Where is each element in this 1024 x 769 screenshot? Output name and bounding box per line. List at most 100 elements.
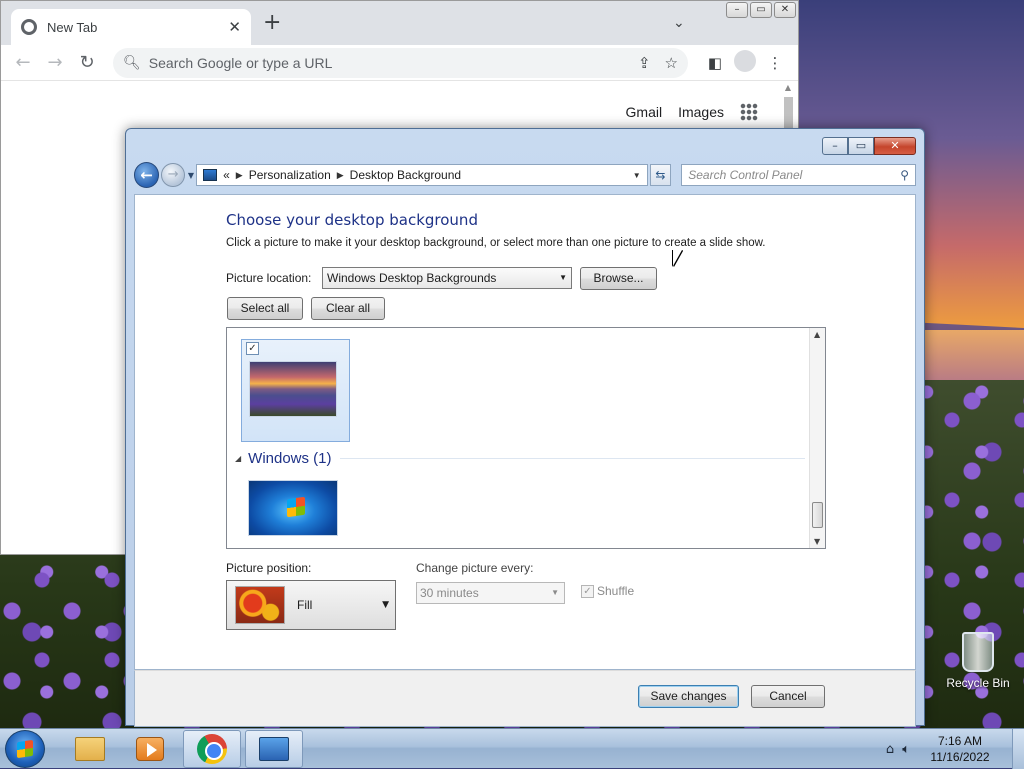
sunset-meadow-thumbnail xyxy=(249,361,337,417)
search-control-panel-input[interactable]: Search Control Panel ⚲ xyxy=(681,164,916,186)
page-description: Click a picture to make it your desktop … xyxy=(226,237,766,249)
chevron-down-icon: ▼ xyxy=(551,588,559,597)
close-button[interactable]: ✕ xyxy=(874,137,916,155)
taskbar-item-chrome[interactable] xyxy=(183,730,241,768)
close-button[interactable]: ✕ xyxy=(774,2,796,18)
tab-close-icon[interactable]: ✕ xyxy=(228,18,241,36)
clock-time: 7:16 AM xyxy=(937,734,983,748)
maximize-button[interactable]: ▭ xyxy=(750,2,772,18)
back-button[interactable]: ← xyxy=(134,162,160,188)
chrome-icon xyxy=(197,734,227,764)
shuffle-label: Shuffle xyxy=(597,584,635,598)
address-bar[interactable]: « ▶ Personalization ▶ Desktop Background… xyxy=(196,164,648,186)
maximize-button[interactable]: ▭ xyxy=(848,137,874,155)
search-placeholder: Search Control Panel xyxy=(688,168,803,182)
scroll-up-arrow-icon[interactable]: ▲ xyxy=(782,83,794,92)
chevron-down-icon: ▼ xyxy=(559,273,567,282)
shuffle-checkmark-icon: ✓ xyxy=(581,584,594,598)
clock-date: 11/16/2022 xyxy=(930,750,990,764)
omnibox[interactable]: 🔍︎ Search Google or type a URL ⇪ ☆ xyxy=(113,47,688,78)
recycle-bin-label: Recycle Bin xyxy=(946,676,1010,690)
new-tab-button[interactable]: + xyxy=(263,12,281,34)
control-panel-icon xyxy=(203,169,218,181)
scrollbar-thumb[interactable] xyxy=(812,502,823,528)
scroll-up-arrow-icon[interactable]: ▲ xyxy=(814,330,820,339)
chrome-favicon-icon xyxy=(21,19,37,35)
minimize-button[interactable]: – xyxy=(726,2,748,18)
chrome-menu-icon[interactable]: ⋮ xyxy=(760,54,790,72)
system-tray: ⌂ 🔈︎ 7:16 AM 11/16/2022 xyxy=(886,729,1024,769)
search-icon: ⚲ xyxy=(900,168,909,182)
picture-location-label: Picture location: xyxy=(226,271,312,285)
picture-position-select[interactable]: Fill ▼ xyxy=(226,580,396,630)
picture-position-label: Picture position: xyxy=(226,561,312,575)
picture-checkbox[interactable]: ✓ xyxy=(246,342,259,355)
clear-all-button[interactable]: Clear all xyxy=(311,297,385,320)
windows-logo-icon xyxy=(287,496,305,518)
breadcrumb-personalization[interactable]: Personalization xyxy=(249,168,331,182)
picture-list[interactable]: ✓ ◢ Windows (1) ▲ ▼ xyxy=(226,327,826,549)
save-changes-button[interactable]: Save changes xyxy=(638,685,739,708)
address-dropdown-icon[interactable]: ▼ xyxy=(633,171,641,180)
shuffle-checkbox[interactable]: ✓ Shuffle xyxy=(581,584,634,598)
change-interval-value: 30 minutes xyxy=(420,586,479,600)
group-header-label: Windows (1) xyxy=(248,450,332,467)
control-panel-window: – ▭ ✕ ← → ▼ « ▶ Personalization ▶ Deskto… xyxy=(125,128,925,727)
change-interval-select[interactable]: 30 minutes ▼ xyxy=(416,582,565,604)
forward-arrow-icon[interactable]: → xyxy=(41,52,69,73)
tab-new-tab[interactable]: New Tab ✕ xyxy=(11,9,251,45)
group-divider xyxy=(339,458,805,459)
tab-title: New Tab xyxy=(47,19,98,35)
network-icon[interactable]: ⌂ xyxy=(886,742,894,757)
change-interval-label: Change picture every: xyxy=(416,561,534,575)
side-panel-icon[interactable]: ◧ xyxy=(700,54,730,72)
volume-icon[interactable]: 🔈︎ xyxy=(902,742,910,757)
cp-content-pane: Choose your desktop background Click a p… xyxy=(134,194,916,670)
minimize-button[interactable]: – xyxy=(822,137,848,155)
recycle-bin[interactable]: Recycle Bin xyxy=(938,626,1018,690)
gmail-link[interactable]: Gmail xyxy=(626,104,663,120)
select-all-button[interactable]: Select all xyxy=(227,297,303,320)
breadcrumb-separator-icon: ▶ xyxy=(235,169,243,180)
chrome-tab-strip: New Tab ✕ + ⌄ – ▭ ✕ xyxy=(1,1,798,45)
breadcrumb-desktop-background[interactable]: Desktop Background xyxy=(350,168,461,182)
fill-preview-image xyxy=(235,586,285,624)
tab-search-chevron-icon[interactable]: ⌄ xyxy=(673,15,685,31)
refresh-icon[interactable]: ⇆ xyxy=(649,164,672,186)
windows-7-thumbnail[interactable] xyxy=(248,480,338,536)
scroll-down-arrow-icon[interactable]: ▼ xyxy=(814,537,820,546)
forward-button[interactable]: → xyxy=(161,163,185,187)
browse-button[interactable]: Browse... xyxy=(580,267,657,290)
recycle-bin-icon xyxy=(962,632,994,672)
picture-location-select[interactable]: Windows Desktop Backgrounds ▼ xyxy=(322,267,572,289)
taskbar-item-control-panel[interactable] xyxy=(245,730,303,768)
search-icon: 🔍︎ xyxy=(123,54,141,71)
picture-position-value: Fill xyxy=(297,598,313,612)
page-title: Choose your desktop background xyxy=(226,211,478,229)
scrollbar-thumb[interactable] xyxy=(784,97,793,129)
taskbar-item-media-player[interactable] xyxy=(121,730,179,768)
start-button[interactable] xyxy=(5,730,45,768)
cancel-button[interactable]: Cancel xyxy=(751,685,825,708)
picture-tile-selected[interactable]: ✓ xyxy=(241,339,350,442)
images-link[interactable]: Images xyxy=(678,104,724,120)
omnibox-placeholder: Search Google or type a URL xyxy=(148,54,333,71)
recent-pages-dropdown-icon[interactable]: ▼ xyxy=(188,171,194,180)
profile-avatar-icon[interactable] xyxy=(730,49,760,76)
bookmark-star-icon[interactable]: ☆ xyxy=(665,54,678,72)
taskbar-item-explorer[interactable] xyxy=(61,730,119,768)
taskbar: ⌂ 🔈︎ 7:16 AM 11/16/2022 xyxy=(0,728,1024,769)
group-header-windows[interactable]: ◢ Windows (1) xyxy=(235,450,805,467)
share-icon[interactable]: ⇪ xyxy=(638,54,651,72)
show-desktop-button[interactable] xyxy=(1012,729,1024,769)
collapse-triangle-icon[interactable]: ◢ xyxy=(235,454,241,463)
clock[interactable]: 7:16 AM 11/16/2022 xyxy=(918,733,1002,765)
back-arrow-icon[interactable]: ← xyxy=(9,52,37,73)
google-apps-grid-icon[interactable] xyxy=(740,103,758,121)
windows-logo-icon xyxy=(17,739,33,759)
breadcrumb-overflow[interactable]: « xyxy=(223,168,230,182)
mouse-cursor-icon xyxy=(673,250,682,266)
picture-list-scrollbar[interactable]: ▲ ▼ xyxy=(809,328,825,548)
reload-icon[interactable]: ↻ xyxy=(73,52,101,73)
cp-navigation-bar: ← → ▼ « ▶ Personalization ▶ Desktop Back… xyxy=(134,161,916,189)
